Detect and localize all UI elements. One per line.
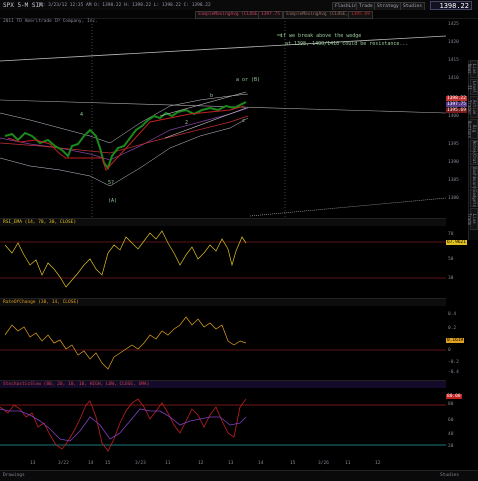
rsi-value-badge: 67.9621 [446,240,467,245]
side-tab[interactable]: Active Trader [467,96,478,118]
roc-panel[interactable] [0,305,446,377]
annotation-note-2[interactable]: at 1398, 1400/1410 could be resistance..… [285,41,408,47]
price-axis[interactable]: 1425 1420 1415 1410 1400 1395 1390 1385 … [446,22,468,212]
stoch-tick: 20 [448,444,454,449]
side-tab-strip: Live News Level II Active Trader Big But… [467,60,478,240]
price-badge-sma20: 1397.75 [446,102,467,107]
wave-label-4[interactable]: 4 [80,112,83,118]
price-badge-last: 1398.22 [446,96,467,101]
studies-label[interactable]: Studies [440,473,459,478]
wave-label-a-or-b[interactable]: a or (B) [236,77,260,83]
bollinger-lower [0,117,249,187]
resistance-trendline[interactable] [0,35,447,62]
stoch-tick: 60 [448,418,454,423]
stoch-panel[interactable] [0,387,446,459]
support-trendline[interactable] [249,197,447,217]
price-tick: 1395 [448,142,459,147]
stoch-tick: 80 [448,402,454,407]
time-tick: 11 [345,461,351,466]
rsi-tick: 50 [448,257,454,262]
price-tick: 1410 [448,76,459,81]
sma-red-line [0,115,249,154]
time-tick: 15 [290,461,296,466]
symbol-label[interactable]: SPX 5-M SIM [3,2,43,9]
rsi-line [4,230,247,288]
price-tick: 1400 [448,114,459,119]
side-tab[interactable]: Gadgets [470,189,478,207]
roc-value-badge: 0.1619 [446,338,465,343]
wave-label-b[interactable]: b [210,93,213,99]
time-tick: 13 [228,461,234,466]
side-tab[interactable]: Notes [470,140,478,153]
drawings-label[interactable]: Drawings [3,473,25,478]
side-tab[interactable]: Big Buttons [467,119,478,139]
side-tab[interactable]: Dashboard [470,166,478,189]
price-chart[interactable] [0,18,468,218]
price-badge-sma200: 1395.69 [446,108,467,113]
side-tab[interactable]: Live Trade [467,208,478,230]
ohlc-readout: D: 3/23/12 12:35 AM O: 1398.22 H: 1398.2… [40,3,211,8]
rsi-tick: 70 [448,232,454,237]
time-tick: 12 [198,461,204,466]
roc-tick: 0.4 [448,312,457,317]
price-tick: 1390 [448,160,459,165]
rsi-panel[interactable] [0,225,446,295]
side-tab[interactable]: Live News [467,60,478,78]
time-tick: 3/26 [318,461,329,466]
side-tab[interactable]: Chat [470,153,478,165]
time-tick: 11 [165,461,171,466]
roc-tick: -0.2 [448,360,459,365]
stoch-value-badge: 80.00 [446,394,462,399]
roc-line [4,316,247,370]
annotation-note[interactable]: if we break above the wedge [280,33,361,39]
time-tick: 14 [88,461,94,466]
time-tick: 14 [258,461,264,466]
side-tab[interactable]: Level II [467,79,478,95]
candlesticks [4,101,247,171]
price-tick: 1425 [448,22,459,27]
wave-label-2[interactable]: 2 [185,120,188,126]
price-tick: 1380 [448,196,459,201]
sma20-line [0,107,249,161]
stoch-tick: 40 [448,432,454,437]
wave-label-5q[interactable]: 5? [108,180,114,186]
time-tick: 3/23 [135,461,146,466]
roc-tick: 0.2 [448,326,457,331]
last-price-readout: 1398.22 [430,1,472,10]
wave-label-c[interactable]: c [242,118,245,124]
time-axis[interactable]: 13 3/22 14 15 3/23 11 12 13 14 15 3/26 1… [0,460,446,468]
price-tick: 1385 [448,178,459,183]
time-tick: 12 [375,461,381,466]
price-tick: 1415 [448,58,459,63]
wave-label-A[interactable]: (A) [108,198,117,204]
price-tick: 1420 [448,40,459,45]
time-tick: 3/22 [58,461,69,466]
roc-tick: -0.4 [448,370,459,375]
stoch-k-line [0,398,247,452]
down-bars [7,105,245,171]
time-tick: 15 [105,461,111,466]
roc-tick: 0 [448,348,451,353]
rsi-tick: 30 [448,276,454,281]
time-tick: 13 [30,461,36,466]
status-bar: Drawings Studies [0,470,478,481]
